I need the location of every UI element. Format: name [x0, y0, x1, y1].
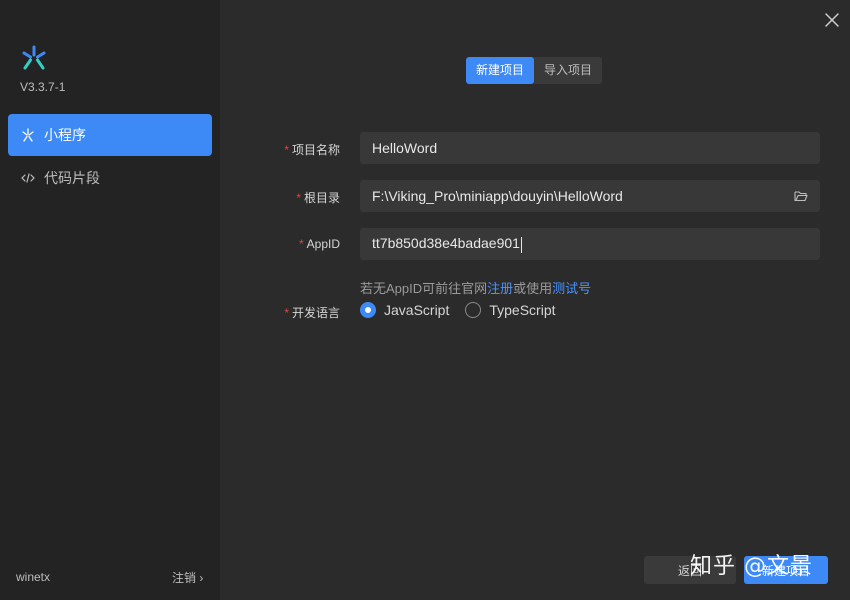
appid-label-text: AppID [306, 237, 340, 251]
app-logo-icon [22, 45, 46, 70]
sidebar-item-label: 代码片段 [44, 170, 100, 186]
test-account-link[interactable]: 测试号 [552, 281, 591, 296]
close-icon[interactable] [822, 10, 842, 30]
required-mark: * [284, 306, 289, 320]
radio-typescript[interactable]: TypeScript [465, 302, 556, 318]
radio-javascript[interactable]: JavaScript [360, 302, 449, 318]
root-dir-input[interactable]: F:\Viking_Pro\miniapp\douyin\HelloWord [360, 180, 820, 212]
username: winetx [16, 570, 51, 584]
appid-hint: 若无AppID可前往官网注册或使用测试号 [360, 278, 591, 297]
watermark: 知乎 @文景 [690, 554, 813, 579]
register-link[interactable]: 注册 [487, 281, 513, 296]
appid-label: * AppID [220, 237, 340, 251]
code-icon [20, 170, 36, 186]
language-label-text: 开发语言 [291, 306, 340, 320]
project-name-label: * 项目名称 [220, 141, 340, 158]
root-dir-label-text: 根目录 [303, 191, 340, 205]
radio-label: JavaScript [384, 302, 450, 318]
app-version: V3.3.7-1 [20, 80, 66, 94]
radio-label: TypeScript [489, 302, 556, 318]
appid-input[interactable]: tt7b850d38e4badae901 [360, 228, 820, 260]
project-mode-tabs: 新建项目 导入项目 [466, 57, 603, 84]
sidebar: V3.3.7-1 小程序 代码片段 winetx 注销 › [0, 0, 220, 600]
required-mark: * [296, 191, 301, 205]
root-dir-value: F:\Viking_Pro\miniapp\douyin\HelloWord [372, 188, 623, 204]
tab-import-project[interactable]: 导入项目 [534, 57, 602, 84]
project-name-label-text: 项目名称 [291, 143, 340, 157]
sidebar-item-label: 小程序 [44, 127, 86, 143]
project-name-value: HelloWord [372, 140, 438, 156]
required-mark: * [298, 237, 304, 251]
project-name-input[interactable]: HelloWord [360, 132, 820, 164]
tab-new-project[interactable]: 新建项目 [466, 57, 535, 84]
logout-link[interactable]: 注销 › [172, 569, 203, 586]
folder-open-icon[interactable] [794, 190, 808, 202]
sidebar-item-code-snippets[interactable]: 代码片段 [8, 157, 212, 199]
required-mark: * [284, 143, 289, 157]
appid-value: tt7b850d38e4badae901 [372, 235, 520, 252]
asterisk-icon [20, 127, 36, 143]
radio-unchecked-icon [465, 302, 482, 318]
language-radio-group: JavaScript TypeScript [360, 302, 572, 318]
root-dir-label: * 根目录 [220, 189, 340, 206]
radio-checked-icon [360, 302, 376, 318]
hint-prefix: 若无AppID可前往官网 [360, 281, 488, 296]
sidebar-item-miniprogram[interactable]: 小程序 [8, 114, 212, 156]
text-caret [520, 236, 522, 253]
hint-middle: 或使用 [513, 281, 553, 296]
language-label: * 开发语言 [220, 304, 340, 321]
